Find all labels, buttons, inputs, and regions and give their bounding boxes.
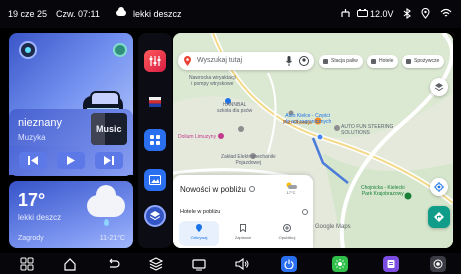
camera-icon bbox=[433, 259, 443, 269]
brightness-button[interactable] bbox=[332, 256, 348, 272]
power-icon bbox=[284, 259, 294, 269]
map-place-label[interactable]: Zakład Elektromechaniki Pojazdowej bbox=[221, 154, 275, 166]
tab-explore[interactable]: Odkrywaj bbox=[179, 221, 219, 246]
account-icon[interactable] bbox=[299, 56, 309, 66]
map-place-label[interactable]: Nawrocka wiryaktacji i pompy wtryskowe bbox=[189, 75, 236, 87]
location-status-icon bbox=[421, 8, 430, 19]
track-artist: Muzyka bbox=[18, 133, 46, 142]
document-icon bbox=[387, 260, 395, 268]
power-button[interactable] bbox=[281, 256, 297, 272]
antenna-icon bbox=[341, 9, 350, 17]
weather-description: lekki deszcz bbox=[18, 213, 62, 222]
layers-nav-icon[interactable] bbox=[149, 257, 163, 271]
partly-cloudy-icon bbox=[286, 182, 297, 189]
info-icon[interactable] bbox=[302, 209, 308, 215]
chip-gas-station[interactable]: Stacja paliw bbox=[319, 55, 363, 68]
shield-app-button[interactable] bbox=[144, 205, 166, 227]
hotel-icon bbox=[371, 59, 376, 64]
next-track-button[interactable] bbox=[95, 152, 123, 169]
nearby-title: Nowości w pobliżu bbox=[180, 185, 246, 194]
play-icon bbox=[67, 156, 75, 165]
car-brand-logo-icon bbox=[19, 41, 37, 59]
map-place-label[interactable]: Chojnicka - Kielecki Park Krajobrazowy bbox=[361, 185, 405, 197]
search-input[interactable]: Wyszukaj tutaj bbox=[197, 57, 242, 64]
map-place-label[interactable]: HANNBAL szkoła dla psów bbox=[217, 102, 252, 114]
apps-menu-icon[interactable] bbox=[20, 257, 34, 271]
previous-track-button[interactable] bbox=[19, 152, 47, 169]
layers-icon bbox=[434, 83, 444, 92]
cloud-icon bbox=[116, 7, 126, 16]
play-button[interactable] bbox=[57, 152, 85, 169]
image-icon bbox=[149, 175, 161, 185]
status-day-time: Czw. 07:11 bbox=[56, 9, 100, 19]
apps-grid-button[interactable] bbox=[144, 129, 166, 151]
chip-groceries[interactable]: Spożywcze bbox=[402, 55, 445, 68]
crosshair-icon bbox=[434, 182, 444, 192]
location-icon bbox=[196, 224, 202, 232]
maps-pin-icon bbox=[184, 56, 191, 66]
directions-icon bbox=[434, 212, 444, 222]
raindrop-icon bbox=[104, 219, 109, 226]
chip-hotels[interactable]: Hotele bbox=[367, 55, 399, 68]
map-view[interactable]: Nawrocka wiryaktacji i pompy wtryskowe HA… bbox=[173, 33, 453, 248]
status-date: 19 cze 25 bbox=[8, 9, 48, 19]
settings-button[interactable] bbox=[430, 256, 446, 272]
status-voltage: 12.0V bbox=[370, 9, 394, 19]
status-weather: lekki deszcz bbox=[133, 9, 182, 19]
tab-contribute[interactable]: Opublikuj bbox=[267, 221, 307, 246]
nearby-panel[interactable]: Nowości w pobliżu 17°C Hotele w pobliżu … bbox=[173, 175, 313, 248]
microphone-icon[interactable] bbox=[286, 56, 292, 66]
skip-previous-icon bbox=[28, 156, 38, 165]
add-icon bbox=[283, 224, 291, 232]
wifi-icon[interactable] bbox=[440, 8, 452, 18]
map-place-label[interactable]: Dolium Limuzyny bbox=[178, 134, 216, 140]
status-bar: 19 cze 25 Czw. 07:11 lekki deszcz 12.0V bbox=[0, 0, 461, 28]
apps-grid-icon bbox=[150, 135, 160, 145]
bookmark-icon bbox=[240, 224, 246, 232]
screen-icon[interactable] bbox=[192, 257, 206, 271]
google-maps-attribution: Google Maps bbox=[315, 224, 351, 230]
bluetooth-icon[interactable] bbox=[403, 8, 411, 19]
album-art: Music bbox=[91, 113, 127, 145]
tab-saved[interactable]: Zapisane bbox=[223, 221, 263, 246]
info-icon[interactable] bbox=[249, 186, 255, 192]
volume-icon[interactable] bbox=[235, 257, 249, 271]
track-title: nieznany bbox=[18, 117, 63, 129]
map-place-label[interactable]: Pub Obsesja bbox=[283, 120, 313, 126]
gallery-app-button[interactable] bbox=[144, 169, 166, 191]
sun-icon bbox=[335, 259, 345, 269]
cart-icon bbox=[406, 59, 411, 64]
gas-station-icon bbox=[323, 59, 328, 64]
skip-next-icon bbox=[104, 156, 114, 165]
rain-cloud-icon bbox=[87, 185, 125, 217]
media-button[interactable] bbox=[383, 256, 399, 272]
flag-app-button[interactable] bbox=[144, 91, 166, 113]
my-location-button[interactable] bbox=[430, 178, 448, 196]
music-widget-body[interactable]: nieznany Muzyka Music bbox=[9, 109, 133, 149]
flag-icon bbox=[149, 97, 161, 107]
nearby-weather: 17°C bbox=[285, 182, 297, 195]
layers-button[interactable] bbox=[430, 78, 448, 96]
map-search-bar[interactable]: Wyszukaj tutaj bbox=[178, 52, 314, 70]
app-dock bbox=[138, 33, 172, 248]
status-toggle-icon[interactable] bbox=[113, 43, 127, 57]
weather-range: 11-21°C bbox=[99, 235, 125, 242]
nearby-subtitle: Hotele w pobliżu bbox=[180, 209, 221, 215]
equalizer-icon bbox=[149, 56, 161, 66]
weather-temperature: 17° bbox=[18, 190, 46, 210]
equalizer-app-button[interactable] bbox=[144, 50, 166, 72]
navigate-button[interactable] bbox=[428, 206, 450, 228]
home-icon[interactable] bbox=[63, 257, 77, 271]
map-place-label[interactable]: AUTO FUN STEERING SOLUTIONS bbox=[341, 124, 393, 136]
bottom-nav-bar bbox=[0, 253, 461, 274]
weather-widget[interactable]: 17° lekki deszcz Zagrody 11-21°C bbox=[9, 181, 133, 248]
weather-city: Zagrody bbox=[18, 235, 44, 242]
nearby-weather-temp: 17°C bbox=[286, 190, 296, 195]
album-art-label: Music bbox=[96, 124, 122, 134]
battery-icon bbox=[357, 9, 368, 17]
back-icon[interactable] bbox=[106, 257, 120, 271]
music-controls bbox=[9, 146, 133, 176]
layers-icon bbox=[150, 211, 160, 221]
